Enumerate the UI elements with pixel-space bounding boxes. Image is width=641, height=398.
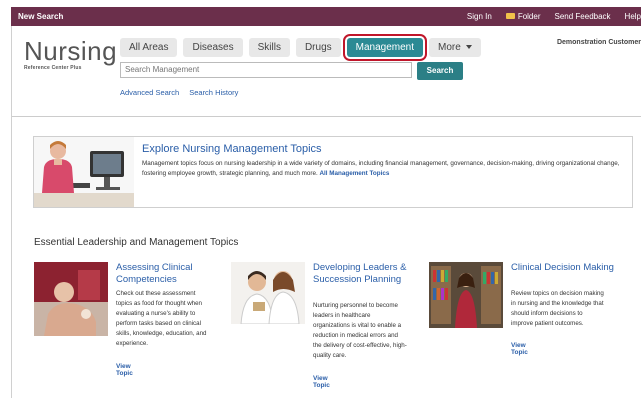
folder-label: Folder bbox=[517, 12, 541, 21]
topic-image bbox=[429, 262, 503, 336]
topic-title[interactable]: Assessing Clinical Competencies bbox=[116, 262, 226, 285]
topic-description: Nurturing personnel to become leaders in… bbox=[313, 302, 407, 359]
search-input[interactable] bbox=[120, 62, 412, 78]
topic-title[interactable]: Developing Leaders & Succession Planning bbox=[313, 262, 423, 285]
toolbar-links: Sign In Folder Send Feedback Help bbox=[467, 12, 641, 21]
folder-icon bbox=[505, 12, 515, 19]
tab-diseases[interactable]: Diseases bbox=[183, 38, 243, 57]
all-management-topics-link[interactable]: All Management Topics bbox=[319, 170, 389, 177]
tab-more[interactable]: More bbox=[429, 38, 481, 57]
explore-banner: Explore Nursing Management Topics Manage… bbox=[33, 136, 633, 208]
view-topic-link[interactable]: View Topic bbox=[116, 363, 133, 377]
doctors-illustration bbox=[231, 262, 305, 325]
search-sublinks: Advanced Search Search History bbox=[120, 88, 238, 97]
tab-all-areas[interactable]: All Areas bbox=[120, 38, 178, 57]
library-illustration bbox=[429, 262, 503, 328]
logo-title: Nursing bbox=[24, 36, 118, 66]
search-button[interactable]: Search bbox=[417, 62, 463, 80]
header-divider bbox=[12, 116, 641, 117]
customer-name: Demonstration Customer bbox=[556, 39, 641, 46]
topic-description: Review topics on decision making in nurs… bbox=[511, 290, 604, 327]
nurse-computer-illustration bbox=[34, 137, 134, 207]
tab-skills[interactable]: Skills bbox=[248, 38, 290, 57]
nursing-logo[interactable]: Nursing Reference Center Plus bbox=[24, 38, 117, 71]
tab-management[interactable]: Management bbox=[342, 34, 428, 61]
chevron-down-icon bbox=[465, 45, 472, 50]
search-area-tabs: All Areas Diseases Skills Drugs Manageme… bbox=[120, 34, 481, 61]
new-search-link[interactable]: New Search bbox=[18, 12, 63, 21]
sign-in-link[interactable]: Sign In bbox=[467, 12, 492, 21]
topic-image bbox=[34, 262, 108, 336]
section-title: Essential Leadership and Management Topi… bbox=[34, 237, 239, 248]
view-topic-link[interactable]: View Topic bbox=[313, 375, 330, 389]
tab-more-label: More bbox=[438, 42, 461, 53]
topic-description: Check out these assessment topics as foo… bbox=[116, 290, 207, 347]
view-topic-link[interactable]: View Topic bbox=[511, 342, 528, 356]
send-feedback-link[interactable]: Send Feedback bbox=[555, 12, 611, 21]
topic-title[interactable]: Clinical Decision Making bbox=[511, 262, 621, 274]
help-link[interactable]: Help bbox=[625, 12, 641, 21]
banner-text: Management topics focus on nursing leade… bbox=[142, 159, 622, 179]
folder-link[interactable]: Folder bbox=[505, 12, 541, 21]
top-toolbar: New Search Sign In Folder Send Feedback … bbox=[11, 7, 641, 26]
banner-title[interactable]: Explore Nursing Management Topics bbox=[142, 143, 322, 155]
tab-drugs[interactable]: Drugs bbox=[295, 38, 341, 57]
topic-image bbox=[231, 262, 305, 336]
advanced-search-link[interactable]: Advanced Search bbox=[120, 88, 179, 97]
nurse-computer-image bbox=[34, 137, 134, 207]
clinical-assessment-illustration bbox=[34, 262, 108, 336]
search-history-link[interactable]: Search History bbox=[189, 88, 238, 97]
